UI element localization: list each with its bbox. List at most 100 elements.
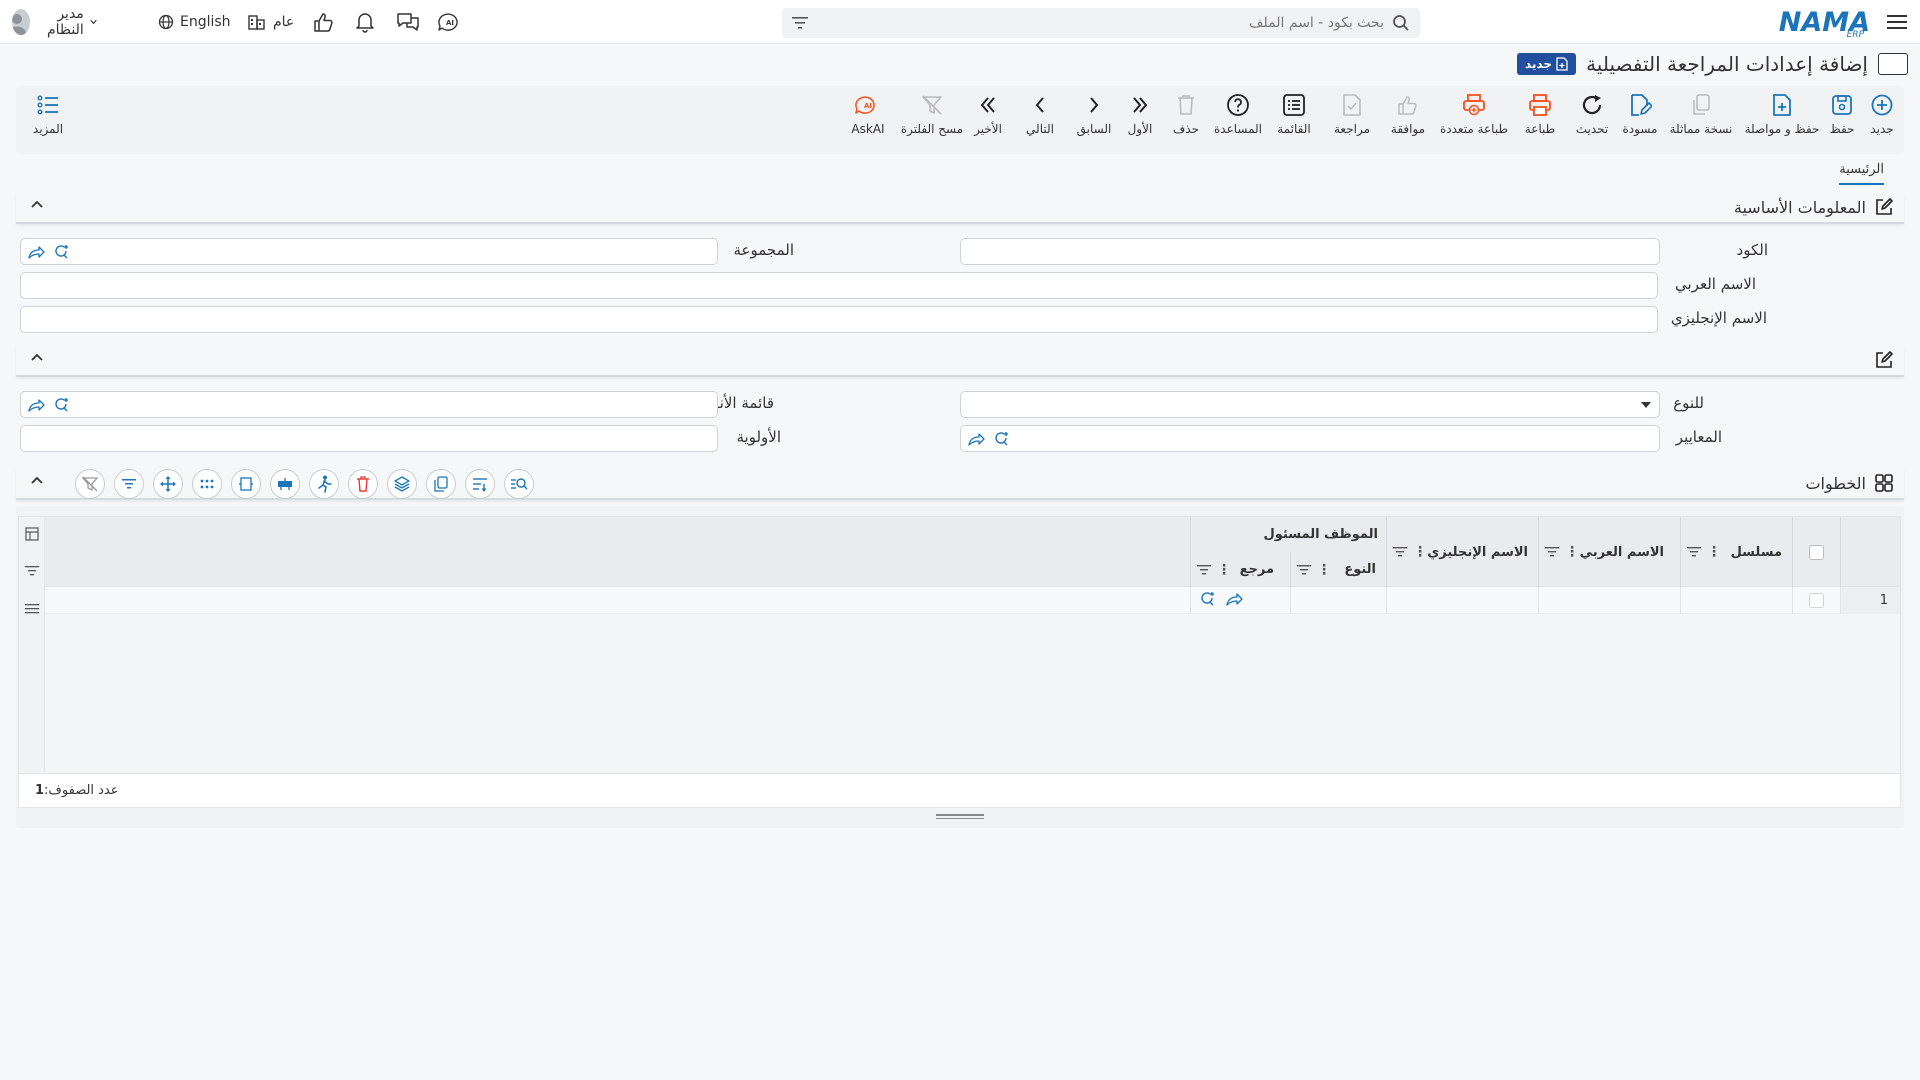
priority-input[interactable] (21, 426, 717, 451)
grid-insert-row-icon[interactable] (270, 469, 300, 499)
last-button[interactable]: الأخير (970, 90, 1006, 146)
grid-filter-icon[interactable] (114, 469, 144, 499)
column-filter-icon[interactable] (1687, 546, 1701, 558)
basic-info-section-header[interactable]: المعلومات الأساسية (16, 192, 1904, 224)
share-arrow-icon[interactable] (27, 244, 45, 260)
code-input[interactable] (961, 239, 1659, 264)
collapse-icon[interactable] (30, 476, 44, 486)
serial-column-header[interactable]: مسلسل ⋮ (1680, 517, 1792, 587)
collapse-icon[interactable] (30, 200, 44, 210)
search-input[interactable] (814, 9, 1384, 37)
help-button[interactable]: المساعدة (1208, 90, 1268, 146)
lookup-search-icon[interactable] (1199, 591, 1217, 607)
grid-run-icon[interactable] (309, 469, 339, 499)
sidebar-toggle[interactable] (1878, 53, 1908, 75)
reference-cell[interactable] (1190, 587, 1290, 614)
grid-column-icon[interactable] (231, 469, 261, 499)
group-field[interactable] (20, 238, 718, 265)
select-all-checkbox[interactable] (1809, 544, 1824, 560)
list-button[interactable]: القائمة (1272, 90, 1316, 146)
grid-dots-icon[interactable] (192, 469, 222, 499)
arabic-name-cell[interactable] (1538, 587, 1680, 614)
multi-print-button[interactable]: طباعة متعددة (1436, 90, 1512, 146)
like-icon[interactable] (313, 0, 335, 44)
grid-search-icon[interactable] (504, 469, 534, 499)
notifications-icon[interactable] (355, 0, 375, 44)
types-list-field[interactable] (20, 391, 718, 418)
column-menu-icon[interactable]: ⋮ (1565, 544, 1579, 560)
column-filter-icon[interactable] (1393, 546, 1407, 558)
serial-cell[interactable] (1680, 587, 1792, 614)
english-name-input[interactable] (21, 307, 1657, 332)
priority-field[interactable] (20, 425, 718, 452)
type-cell[interactable] (1290, 587, 1386, 614)
resize-handle[interactable] (936, 812, 984, 820)
column-menu-icon[interactable]: ⋮ (1217, 562, 1231, 578)
types-list-input[interactable] (21, 392, 717, 417)
filters-panel-icon[interactable] (25, 565, 39, 577)
duplicate-button[interactable]: نسخة مماثلة (1666, 90, 1736, 146)
code-field[interactable] (960, 238, 1660, 265)
delete-button[interactable]: حذف (1168, 90, 1204, 146)
menu-icon[interactable] (1882, 0, 1912, 44)
share-arrow-icon[interactable] (967, 431, 985, 447)
column-menu-icon[interactable]: ⋮ (1317, 562, 1331, 578)
save-continue-button[interactable]: حفظ و مواصلة (1742, 90, 1822, 146)
new-button[interactable]: جديد (1860, 90, 1904, 146)
columns-panel-icon[interactable] (25, 527, 39, 541)
collapse-icon[interactable] (30, 353, 44, 363)
user-menu[interactable]: مدير النظام (12, 0, 97, 44)
row-checkbox[interactable] (1809, 593, 1824, 608)
group-input[interactable] (21, 239, 717, 264)
messages-icon[interactable] (396, 0, 420, 44)
grid-layers-icon[interactable] (387, 469, 417, 499)
grid-delete-icon[interactable] (348, 469, 378, 499)
first-button[interactable]: الأول (1124, 90, 1156, 146)
approve-button[interactable]: موافقة (1382, 90, 1434, 146)
for-type-input[interactable] (961, 392, 1659, 417)
next-button[interactable]: التالي (1022, 90, 1058, 146)
save-button[interactable]: حفظ (1824, 90, 1860, 146)
share-arrow-icon[interactable] (27, 397, 45, 413)
previous-button[interactable]: السابق (1074, 90, 1114, 146)
column-menu-icon[interactable]: ⋮ (1413, 544, 1427, 560)
ai-assistant-icon[interactable]: AI (438, 0, 462, 44)
column-filter-icon[interactable] (1545, 546, 1559, 558)
share-arrow-icon[interactable] (1225, 591, 1243, 607)
menu-panel-icon[interactable] (25, 603, 39, 615)
english-name-column-header[interactable]: الاسم الإنجليزي ⋮ (1386, 517, 1538, 587)
logo[interactable]: NAMA ERP (1779, 0, 1870, 44)
table-row[interactable]: 1 (45, 587, 1900, 614)
column-filter-icon[interactable] (1197, 564, 1211, 576)
dropdown-caret-icon[interactable] (1641, 402, 1651, 408)
filter-icon[interactable] (792, 16, 808, 30)
grid-add-row-icon[interactable] (465, 469, 495, 499)
lookup-search-icon[interactable] (53, 397, 71, 413)
arabic-name-column-header[interactable]: الاسم العربي ⋮ (1538, 517, 1680, 587)
grid-clear-filter-icon[interactable] (75, 469, 105, 499)
review-button[interactable]: مراجعة (1328, 90, 1376, 146)
arabic-name-input[interactable] (21, 273, 1657, 298)
draft-button[interactable]: مسودة (1618, 90, 1662, 146)
reference-column-header[interactable]: مرجع ⋮ (1190, 552, 1290, 587)
askai-button[interactable]: AI AskAI (844, 90, 892, 146)
print-button[interactable]: طباعة (1520, 90, 1560, 146)
english-name-field[interactable] (20, 306, 1658, 333)
tab-main[interactable]: الرئيسية (1839, 158, 1884, 185)
english-name-cell[interactable] (1386, 587, 1538, 614)
grid-move-icon[interactable] (153, 469, 183, 499)
language-switch[interactable]: English (158, 0, 231, 44)
type-section-header[interactable] (16, 345, 1904, 377)
criteria-field[interactable] (960, 425, 1660, 452)
clear-filter-button[interactable]: مسح الفلترة (900, 90, 964, 146)
branch-switch[interactable]: عام (247, 0, 294, 44)
lookup-search-icon[interactable] (993, 431, 1011, 447)
column-filter-icon[interactable] (1297, 564, 1311, 576)
refresh-button[interactable]: تحديث (1570, 90, 1614, 146)
column-menu-icon[interactable]: ⋮ (1707, 544, 1721, 560)
grid-copy-icon[interactable] (426, 469, 456, 499)
more-button[interactable]: المزيد (26, 90, 70, 146)
arabic-name-field[interactable] (20, 272, 1658, 299)
lookup-search-icon[interactable] (53, 244, 71, 260)
for-type-select[interactable] (960, 391, 1660, 418)
